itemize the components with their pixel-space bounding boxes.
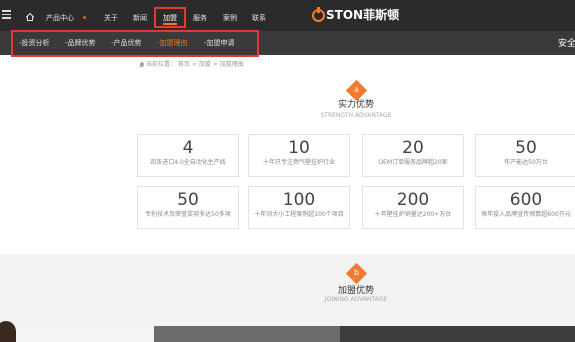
stat-number: 200 [396, 190, 430, 210]
breadcrumb: 当前位置： 首页 > 加盟 > 加盟理由 [140, 61, 244, 69]
stat-description: 十年间大小工程案例超100个项目 [254, 211, 344, 218]
stat-number: 50 [515, 138, 537, 158]
stat-number: 20 [402, 138, 424, 158]
stat-description: 每年投入品牌宣传预算超600万元 [481, 211, 571, 218]
section-a-subtitle: STRENGTH ADVANTAGE [320, 112, 392, 119]
subnav-item-join-reasons[interactable]: -加盟理由 [157, 39, 188, 48]
section-a-title: 实力优势 [337, 100, 374, 110]
subnav-item-investment-analysis[interactable]: -投资分析 [19, 39, 50, 48]
section-b-subtitle: JOINING ADVANTAGE [324, 296, 388, 303]
stat-card: 50 专利技术及荣誉奖项多达50多项 [137, 186, 239, 229]
stat-description: 年产能达50万台 [504, 159, 548, 166]
stat-number: 100 [282, 190, 316, 210]
image-panel-right [340, 326, 575, 342]
stat-number: 10 [288, 138, 310, 158]
stat-description: OEM订单服务品牌超20家 [378, 159, 448, 166]
joining-advantage-section [0, 254, 575, 326]
stat-card: 100 十年间大小工程案例超100个项目 [248, 186, 350, 229]
menu-icon[interactable] [2, 10, 11, 19]
section-b-badge-letter: b [353, 268, 360, 277]
subnav-item-product-advantage[interactable]: -产品优势 [111, 39, 142, 48]
top-navigation-bar [0, 0, 575, 31]
stat-card: 4 四条进口4.0全自动化生产线 [137, 134, 239, 177]
image-panel-middle [154, 326, 340, 342]
logo-mark-icon [312, 7, 325, 22]
person-image [0, 321, 16, 342]
location-icon [140, 62, 144, 67]
nav-item-products[interactable]: 产品中心 [46, 14, 74, 23]
nav-active-underline [163, 23, 177, 25]
stat-card: 200 十年壁挂炉销量达200+万台 [362, 186, 464, 229]
stat-description: 四条进口4.0全自动化生产线 [150, 159, 226, 166]
stat-description: 十年壁挂炉销量达200+万台 [374, 211, 452, 218]
image-panel-left [0, 326, 154, 342]
stat-description: 专利技术及荣誉奖项多达50多项 [145, 211, 231, 218]
nav-item-news[interactable]: 新闻 [133, 14, 147, 23]
home-icon[interactable] [26, 13, 34, 21]
nav-active-highlight-frame [154, 7, 186, 28]
stat-number: 50 [177, 190, 199, 210]
brand-logo[interactable]: STON菲斯顿 [312, 7, 400, 23]
nav-dot [83, 16, 86, 19]
stat-card: 600 每年投入品牌宣传预算超600万元 [475, 186, 575, 229]
stat-card: 10 十年只专注燃气壁挂炉行业 [248, 134, 350, 177]
breadcrumb-text: 当前位置： 首页 > 加盟 > 加盟理由 [146, 61, 244, 68]
stat-card: 20 OEM订单服务品牌超20家 [362, 134, 464, 177]
nav-item-service[interactable]: 服务 [193, 14, 207, 23]
stat-card: 50 年产能达50万台 [475, 134, 575, 177]
subnav-item-join-application[interactable]: -加盟申请 [204, 39, 235, 48]
section-a-badge-letter: a [354, 85, 359, 94]
stat-number: 600 [509, 190, 543, 210]
logo-text: STON菲斯顿 [326, 8, 400, 22]
stat-description: 十年只专注燃气壁挂炉行业 [262, 159, 335, 166]
subnav-item-brand-advantage[interactable]: -品牌优势 [65, 39, 96, 48]
stat-number: 4 [182, 138, 194, 158]
nav-item-cases[interactable]: 案例 [223, 14, 237, 23]
subnav-right-label[interactable]: 安全 [558, 36, 575, 49]
nav-item-contact[interactable]: 联系 [252, 14, 266, 23]
nav-item-about[interactable]: 关于 [104, 14, 118, 23]
